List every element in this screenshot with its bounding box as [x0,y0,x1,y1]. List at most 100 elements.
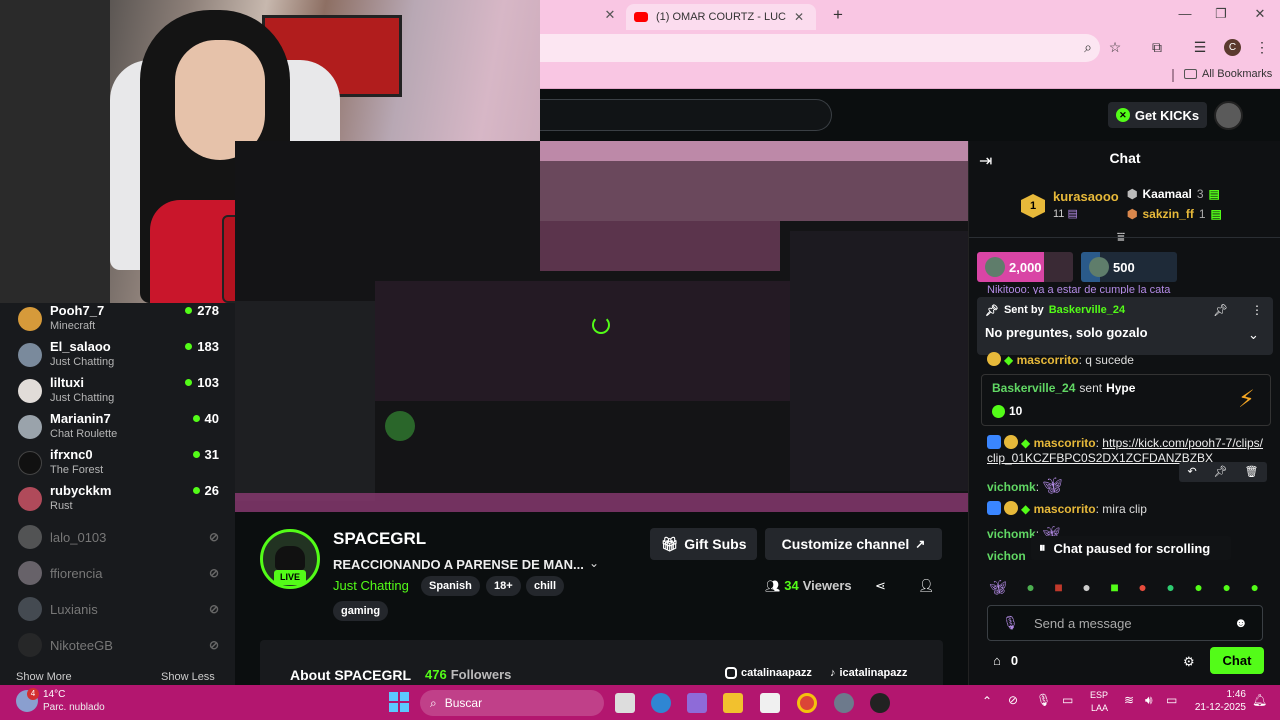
mic-tray-icon[interactable]: 🎙︎ [1036,693,1051,707]
gift-event[interactable]: Baskerville_24 sent Hype 10 ⚡︎ [981,374,1271,426]
instagram-link[interactable]: catalinaapazz [725,667,812,679]
chat-username[interactable]: mascorrito [1017,353,1079,367]
follow-user-icon[interactable]: 👤︎ [918,578,935,594]
butterfly-emote-icon[interactable]: 🦋︎ [989,579,1007,599]
chat-username[interactable]: vichomk [987,480,1036,494]
chevron-down-icon[interactable]: ⌄ [1248,327,1259,343]
menu-icon[interactable]: ⋮ [1252,37,1272,57]
chat-paused-banner[interactable]: ⏸︎ Chat paused for scrolling [1031,536,1231,560]
cat-emote-icon[interactable]: ● [1082,579,1090,599]
obs-icon[interactable] [870,693,890,713]
sidebar-item-nikoteegb[interactable]: NikoteeGB ⊘ [18,629,223,665]
battery-icon[interactable]: ▭ [1166,693,1177,707]
chrome-icon[interactable] [797,693,817,713]
chat-message[interactable]: ◆ mascorrito: mira clip [987,501,1267,516]
kick-2000-pill[interactable]: 2,000 [977,252,1073,282]
show-less-link[interactable]: Show Less [161,671,215,683]
sidebar-item-rubyckkm[interactable]: rubyckkm Rust 26 [18,483,223,519]
sidebar-item-marianin7[interactable]: Marianin7 Chat Roulette 40 [18,411,223,447]
sidebar-item-liltuxi[interactable]: liltuxi Just Chatting 103 [18,375,223,411]
zoom-icon[interactable]: ⌕ [1078,37,1098,57]
pin-icon[interactable]: 📌︎ [1213,303,1228,317]
search-input[interactable] [540,99,832,131]
profile-avatar[interactable]: C [1224,39,1241,56]
lang-primary[interactable]: ESP [1090,690,1108,700]
windows-start-icon[interactable] [389,692,409,712]
taskbar-search[interactable]: ⌕ Buscar [420,690,604,716]
sidebar-item-el-salaoo[interactable]: El_salaoo Just Chatting 183 [18,339,223,375]
face-emote-icon[interactable]: ■ [1054,579,1062,599]
all-bookmarks[interactable]: All Bookmarks [1184,68,1272,80]
chat-emote-icon[interactable]: ● [1194,579,1202,599]
sidebar-item-lalo-0103[interactable]: lalo_0103 ⊘ [18,521,223,557]
angry-emote-icon[interactable]: ● [1138,579,1146,599]
leader-2[interactable]: ⬢ Kaamaal 3 ▤ [1127,187,1220,201]
chat-username[interactable]: mascorrito [1034,436,1096,450]
user-avatar[interactable] [1214,101,1243,130]
tag-gaming[interactable]: gaming [333,601,389,621]
notification-icon[interactable]: 🔔︎ [1252,693,1267,707]
store-icon[interactable] [760,693,780,713]
chat-message[interactable]: vichomk: 🦋︎ [987,476,1267,496]
clock-date[interactable]: 21-12-2025 [1190,702,1246,713]
media-control-icon[interactable]: ☰ [1190,37,1210,57]
tag-spanish[interactable]: Spanish [421,576,480,596]
category-link[interactable]: Just Chatting [333,578,409,593]
file-explorer-icon[interactable] [723,693,743,713]
pepe2-emote-icon[interactable]: ● [1166,579,1174,599]
clock-time[interactable]: 1:46 [1196,689,1246,700]
pinned-message[interactable]: 📌︎ Sent by Baskerville_24 No preguntes, … [977,297,1273,355]
sidebar-item-pooh7-7[interactable]: Pooh7_7 Minecraft 278 [18,303,223,339]
chat-username[interactable]: vichomk [987,527,1036,541]
ghost-emote-icon[interactable]: ● [1250,579,1258,599]
tag-chill[interactable]: chill [526,576,565,596]
task-view-icon[interactable] [615,693,635,713]
more-options-icon[interactable]: ⋮ [1251,303,1263,317]
leader-1-name[interactable]: kurasaooo [1053,189,1119,204]
show-more-link[interactable]: Show More [16,671,72,683]
gift-subs-button[interactable]: 🎁︎ Gift Subs [650,528,757,560]
channel-name[interactable]: SPACEGRL [333,529,426,549]
meet-icon[interactable]: ▭ [1062,693,1073,707]
sidebar-item-luxianis[interactable]: Luxianis ⊘ [18,593,223,629]
customize-channel-button[interactable]: Customize channel ↗ [765,528,942,560]
send-chat-button[interactable]: Chat [1210,647,1264,674]
volume-icon[interactable]: 🔊︎ [1145,693,1153,708]
browser-tab[interactable]: (1) OMAR COURTZ - LUCES DE ✕ [626,4,816,30]
chat-username[interactable]: mascorrito [1034,502,1096,516]
chat-input[interactable]: 🎙︎ Send a message ☻ [987,605,1263,641]
chat-username[interactable]: vichon [987,549,1026,563]
share-icon[interactable]: ⋖ [875,578,886,594]
wifi-icon[interactable]: ≋ [1124,693,1134,707]
star-icon[interactable]: ☆ [1105,37,1125,57]
extensions-icon[interactable]: ⧉ [1147,37,1167,57]
video-player[interactable] [235,141,968,512]
chevron-down-icon[interactable]: ⌄ [589,556,599,570]
chat-username[interactable]: Baskerville_24 [992,381,1075,395]
tiktok-link[interactable]: ♪ icatalinapazz [830,667,907,679]
kick-500-pill[interactable]: 500 [1081,252,1177,282]
close-tab-icon[interactable]: ✕ [794,10,804,24]
edge-icon[interactable] [651,693,671,713]
kick-emote-icon[interactable]: ■ [1110,579,1118,599]
restore-icon[interactable]: ❐ [1210,6,1232,24]
chat-message[interactable]: ◆ mascorrito: q sucede [987,352,1267,367]
sidebar-item-ffiorencia[interactable]: ffiorencia ⊘ [18,557,223,593]
network-off-icon[interactable]: ⊘ [1008,693,1018,707]
pepe-emote-icon[interactable]: ● [1026,579,1034,599]
close-window-icon[interactable]: ✕ [1249,6,1271,24]
sidebar-item-ifrxnc0[interactable]: ifrxnc0 The Forest 31 [18,447,223,483]
channel-points[interactable]: ⌂ 0 [993,653,1018,668]
mic-icon[interactable]: 🎙︎ [1002,615,1019,631]
emoji-icon[interactable]: ☻ [1234,615,1248,630]
settings-icon[interactable]: ⚙︎ [1183,654,1195,670]
minimize-icon[interactable]: — [1174,6,1196,24]
pepe3-emote-icon[interactable]: ● [1222,579,1230,599]
address-bar[interactable] [540,34,1100,62]
settings-icon[interactable] [834,693,854,713]
tag-18plus[interactable]: 18+ [486,576,521,596]
leader-3[interactable]: ⬢ sakzin_ff 1 ▤ [1127,207,1222,221]
copilot-icon[interactable] [687,693,707,713]
get-kicks-button[interactable]: ✕ Get KICKs [1108,102,1207,128]
new-tab-icon[interactable]: + [828,5,848,25]
